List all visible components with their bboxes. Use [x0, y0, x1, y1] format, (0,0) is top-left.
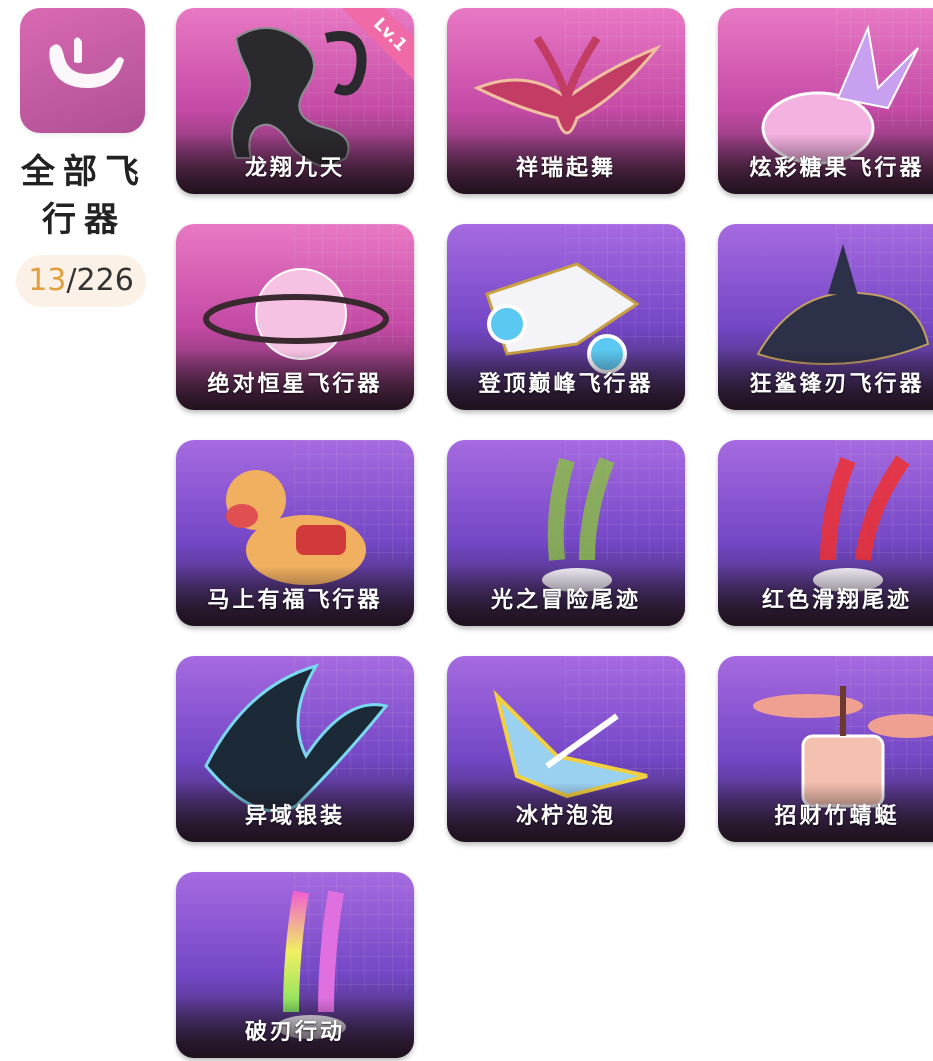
owned-count: 13	[28, 263, 67, 298]
item-name: 红色滑翔尾迹	[761, 587, 912, 613]
item-name: 狂鲨锋刃飞行器	[749, 371, 925, 397]
item-card[interactable]: 炫彩糖果飞行器	[718, 8, 933, 194]
item-name: 破刃行动	[244, 1019, 345, 1045]
item-name: 异域银装	[244, 803, 345, 829]
item-card[interactable]: 破刃行动	[176, 872, 414, 1058]
item-card[interactable]: 招财竹蜻蜓	[718, 656, 933, 842]
flying-figure-icon	[49, 37, 125, 88]
item-card[interactable]: 狂鲨锋刃飞行器	[718, 224, 933, 410]
category-tile[interactable]	[20, 8, 145, 133]
item-card[interactable]: 光之冒险尾迹	[447, 440, 685, 626]
category-sidebar: 全部飞行器 13/226	[0, 0, 168, 1061]
item-name: 光之冒险尾迹	[490, 587, 641, 613]
item-name: 冰柠泡泡	[515, 803, 616, 829]
item-card[interactable]: 冰柠泡泡	[447, 656, 685, 842]
item-card[interactable]: 异域银装	[176, 656, 414, 842]
item-name: 绝对恒星飞行器	[207, 371, 383, 397]
collection-counter: 13/226	[16, 255, 146, 307]
count-separator: /	[66, 263, 77, 298]
item-card[interactable]: 马上有福飞行器	[176, 440, 414, 626]
item-name: 登顶巅峰飞行器	[478, 371, 654, 397]
item-name: 马上有福飞行器	[207, 587, 383, 613]
total-count: 226	[76, 263, 134, 298]
item-card[interactable]: 登顶巅峰飞行器	[447, 224, 685, 410]
item-card[interactable]: 红色滑翔尾迹	[718, 440, 933, 626]
item-name: 祥瑞起舞	[515, 155, 616, 181]
category-title: 全部飞行器	[21, 152, 147, 240]
item-card[interactable]: Lv.1 龙翔九天	[176, 8, 414, 194]
item-card[interactable]: 祥瑞起舞	[447, 8, 685, 194]
item-name: 炫彩糖果飞行器	[749, 155, 925, 181]
item-name: 招财竹蜻蜓	[774, 803, 900, 829]
item-card[interactable]: 绝对恒星飞行器	[176, 224, 414, 410]
item-name: 龙翔九天	[244, 155, 345, 181]
item-grid: Lv.1 龙翔九天 祥瑞起舞 炫彩糖果飞行器 绝对恒星飞行器 登顶巅峰飞行器 狂…	[176, 8, 933, 1061]
